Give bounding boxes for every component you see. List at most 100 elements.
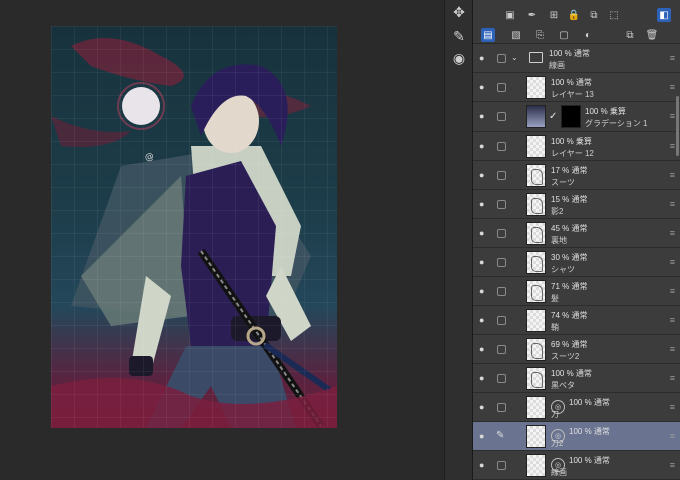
drag-handle-icon[interactable]: ≡	[670, 170, 675, 180]
folder-icon	[529, 52, 543, 63]
new-folder-icon[interactable]: ⊞	[547, 8, 561, 22]
layer-panel: ▣ ✒ ⊞ 🔒 ⧉ ⬚ ◧ ▤ ▧ ⎘ ▢ ◐ ⧉ 🗑 ● ⌄ 100 % 通常…	[472, 0, 680, 480]
blend-icon[interactable]: ⬚	[607, 8, 621, 22]
visibility-eye-icon[interactable]: ●	[479, 431, 489, 441]
layer-row[interactable]: ● 100 % 通常 レイヤー 13 ≡	[473, 73, 680, 102]
pen-icon[interactable]: ✎	[449, 26, 469, 46]
drag-handle-icon[interactable]: ≡	[670, 228, 675, 238]
paper-icon[interactable]: ▢	[557, 28, 571, 42]
lock-checkbox[interactable]	[497, 171, 506, 180]
drag-handle-icon[interactable]: ≡	[670, 111, 675, 121]
drag-handle-icon[interactable]: ≡	[670, 402, 675, 412]
lock-checkbox[interactable]	[497, 461, 506, 470]
mask-link-check-icon[interactable]: ✓	[549, 111, 557, 122]
delete-icon[interactable]: 🗑	[645, 28, 659, 42]
layer-thumbnail	[526, 251, 546, 274]
visibility-eye-icon[interactable]: ●	[479, 199, 489, 209]
drag-handle-icon[interactable]: ≡	[670, 344, 675, 354]
lock-icon[interactable]: 🔒	[567, 8, 581, 22]
visibility-eye-icon[interactable]: ●	[479, 257, 489, 267]
layer-name: 刀	[551, 410, 559, 419]
visibility-eye-icon[interactable]: ●	[479, 53, 489, 63]
lock-checkbox[interactable]	[497, 403, 506, 412]
lock-checkbox[interactable]	[497, 112, 506, 121]
layer-opacity-blend: 69 % 通常	[551, 340, 588, 349]
lock-checkbox[interactable]	[497, 142, 506, 151]
mask-thumbnail	[561, 105, 581, 128]
lock-checkbox[interactable]	[497, 83, 506, 92]
mask-icon[interactable]: ⧉	[587, 8, 601, 22]
color-swap-icon[interactable]: ◧	[657, 8, 671, 22]
visibility-eye-icon[interactable]: ●	[479, 373, 489, 383]
layer-row-selected[interactable]: ● ✎ ◎ 100 % 通常 刀2 ≡	[473, 422, 680, 451]
visibility-eye-icon[interactable]: ●	[479, 344, 489, 354]
layer-name: 刀2	[551, 439, 564, 448]
layer-row[interactable]: ● 100 % 乗算 レイヤー 12 ≡	[473, 132, 680, 161]
lock-checkbox[interactable]	[497, 229, 506, 238]
drag-handle-icon[interactable]: ≡	[670, 141, 675, 151]
drag-handle-icon[interactable]: ≡	[670, 199, 675, 209]
layer-thumbnail	[526, 76, 546, 99]
lock-checkbox[interactable]	[497, 54, 506, 63]
layer-row[interactable]: ● 15 % 通常 影2 ≡	[473, 190, 680, 219]
layer-panel-toolbar: ▣ ✒ ⊞ 🔒 ⧉ ⬚ ◧	[473, 0, 680, 26]
layer-row-folder[interactable]: ● ⌄ 100 % 通常 線画 ≡	[473, 44, 680, 73]
layer-row[interactable]: ● 74 % 通常 鞘 ≡	[473, 306, 680, 335]
reference-icon[interactable]: ▤	[481, 28, 495, 42]
layer-opacity-blend: 100 % 通常	[551, 78, 592, 87]
layer-row[interactable]: ● 30 % 通常 シャツ ≡	[473, 248, 680, 277]
layer-row-vector[interactable]: ● ◎ 100 % 通常 刀 ≡	[473, 393, 680, 422]
visibility-eye-icon[interactable]: ●	[479, 111, 489, 121]
layer-row[interactable]: ● 71 % 通常 髪 ≡	[473, 277, 680, 306]
layer-opacity-blend: 100 % 通常	[549, 49, 590, 58]
layer-row-vector[interactable]: ● ◎ 100 % 通常 線画 ≡	[473, 451, 680, 480]
drag-handle-icon[interactable]: ≡	[670, 460, 675, 470]
layer-name: 黒ベタ	[551, 381, 575, 390]
layer-opacity-blend: 100 % 通常	[551, 369, 592, 378]
layer-name: スーツ	[551, 178, 575, 187]
clip-icon[interactable]: ⎘	[533, 28, 547, 42]
layer-opacity-blend: 100 % 通常	[569, 456, 610, 465]
visibility-eye-icon[interactable]: ●	[479, 141, 489, 151]
lock-checkbox[interactable]	[497, 345, 506, 354]
layer-scrollbar[interactable]	[676, 96, 679, 156]
drag-handle-icon[interactable]: ≡	[670, 431, 675, 441]
layer-property-icon[interactable]: ◉	[449, 48, 469, 68]
lock-checkbox[interactable]	[497, 374, 506, 383]
visibility-eye-icon[interactable]: ●	[479, 460, 489, 470]
canvas-area[interactable]: @	[0, 0, 444, 480]
new-raster-icon[interactable]: ▣	[503, 8, 517, 22]
layer-row[interactable]: ● 69 % 通常 スーツ2 ≡	[473, 335, 680, 364]
lock-checkbox[interactable]	[497, 316, 506, 325]
visibility-eye-icon[interactable]: ●	[479, 82, 489, 92]
duplicate-icon[interactable]: ⧉	[623, 28, 637, 42]
drag-handle-icon[interactable]: ≡	[670, 373, 675, 383]
visibility-eye-icon[interactable]: ●	[479, 402, 489, 412]
new-vector-icon[interactable]: ✒	[525, 8, 539, 22]
layer-color-icon[interactable]: ▧	[509, 28, 523, 42]
layer-thumbnail	[526, 135, 546, 158]
drag-handle-icon[interactable]: ≡	[670, 257, 675, 267]
layer-row-gradient[interactable]: ● ✓ 100 % 乗算 グラデーション 1 ≡	[473, 102, 680, 132]
layer-thumbnail	[526, 338, 546, 361]
move-layer-icon[interactable]: ✥	[449, 2, 469, 22]
layer-opacity-blend: 100 % 乗算	[585, 107, 626, 116]
layer-thumbnail	[526, 396, 546, 419]
layer-row[interactable]: ● 45 % 通常 裏地 ≡	[473, 219, 680, 248]
layer-row[interactable]: ● 100 % 通常 黒ベタ ≡	[473, 364, 680, 393]
artwork-canvas[interactable]: @	[51, 26, 337, 428]
lock-checkbox[interactable]	[497, 287, 506, 296]
mask-apply-icon[interactable]: ◐	[581, 28, 595, 42]
folder-collapse-icon[interactable]: ⌄	[511, 53, 518, 62]
lock-checkbox[interactable]	[497, 200, 506, 209]
visibility-eye-icon[interactable]: ●	[479, 315, 489, 325]
drag-handle-icon[interactable]: ≡	[670, 315, 675, 325]
visibility-eye-icon[interactable]: ●	[479, 170, 489, 180]
layer-row[interactable]: ● 17 % 通常 スーツ ≡	[473, 161, 680, 190]
drag-handle-icon[interactable]: ≡	[670, 53, 675, 63]
lock-checkbox[interactable]	[497, 258, 506, 267]
visibility-eye-icon[interactable]: ●	[479, 228, 489, 238]
drag-handle-icon[interactable]: ≡	[670, 286, 675, 296]
visibility-eye-icon[interactable]: ●	[479, 286, 489, 296]
drag-handle-icon[interactable]: ≡	[670, 82, 675, 92]
